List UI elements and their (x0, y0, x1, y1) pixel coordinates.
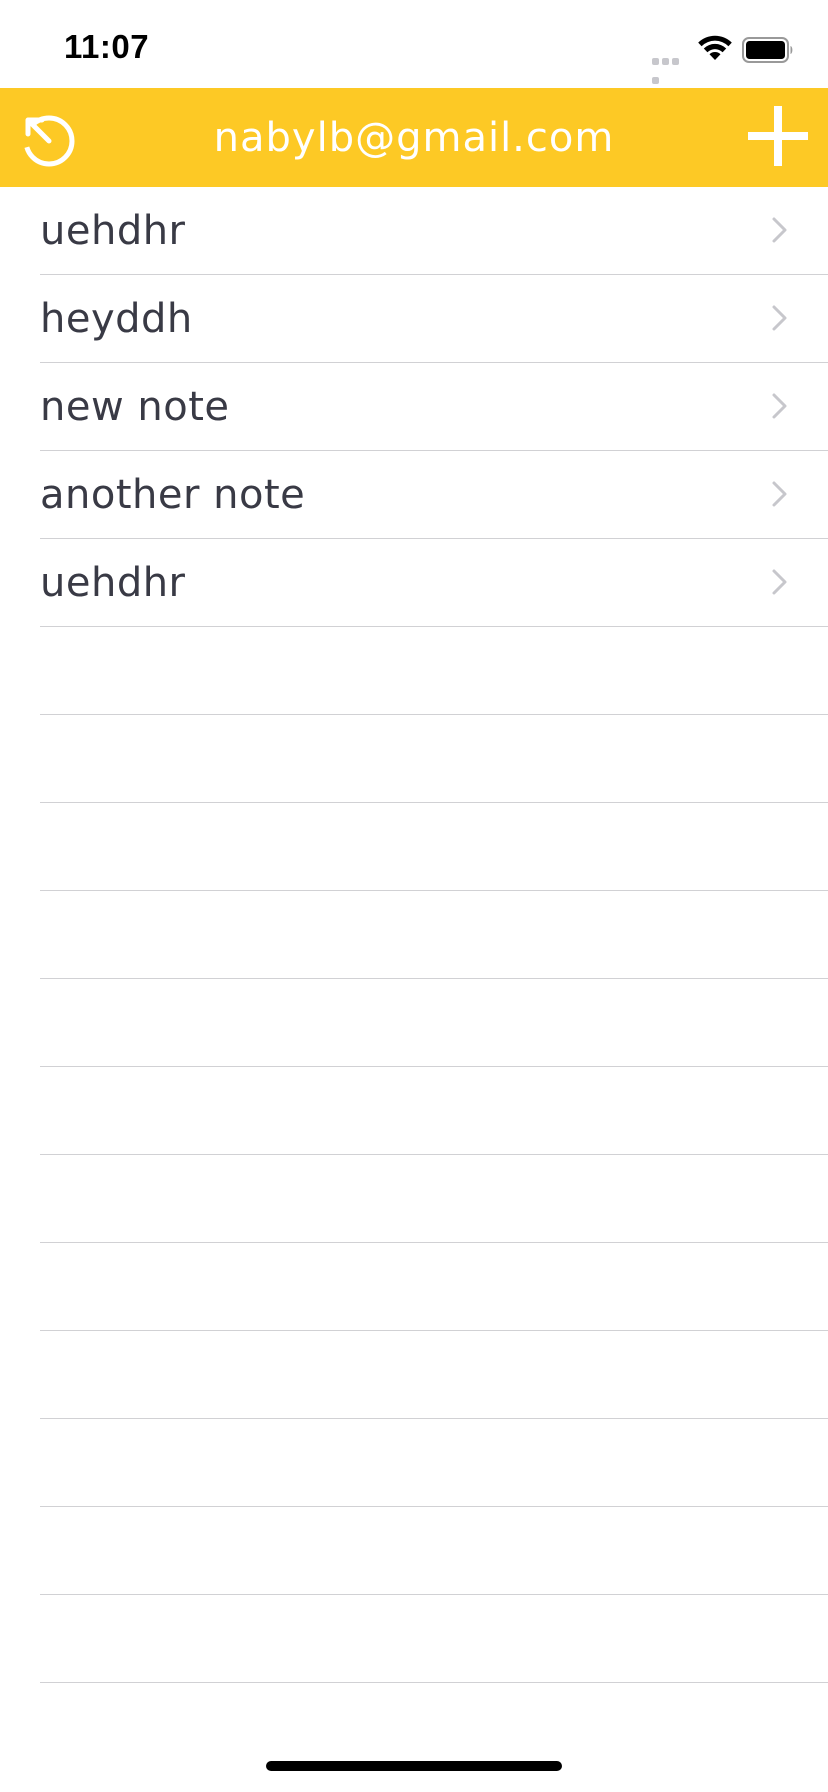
battery-icon (742, 37, 793, 63)
list-item[interactable]: uehdhr (0, 187, 828, 275)
empty-row (0, 1331, 828, 1419)
empty-row (0, 627, 828, 715)
empty-row (0, 1595, 828, 1683)
empty-row (0, 715, 828, 803)
wifi-icon (698, 35, 732, 60)
empty-row (0, 1419, 828, 1507)
list-item[interactable]: new note (0, 363, 828, 451)
empty-row (0, 1155, 828, 1243)
list-item[interactable]: heyddh (0, 275, 828, 363)
empty-row (0, 1507, 828, 1595)
status-bar: 11:07 (0, 0, 828, 88)
signal-icon (652, 50, 690, 84)
empty-row (0, 1243, 828, 1331)
empty-row (0, 1067, 828, 1155)
list-item[interactable]: another note (0, 451, 828, 539)
empty-row (0, 979, 828, 1067)
chevron-right-icon (772, 217, 787, 243)
row-separator (40, 1682, 828, 1683)
note-title: heyddh (40, 296, 193, 342)
note-title: another note (40, 472, 306, 518)
home-indicator[interactable] (266, 1761, 562, 1771)
nav-bar: nabylb@gmail.com (0, 88, 828, 187)
chevron-right-icon (772, 393, 787, 419)
nav-title: nabylb@gmail.com (213, 115, 615, 161)
chevron-right-icon (772, 569, 787, 595)
note-title: new note (40, 384, 230, 430)
chevron-right-icon (772, 481, 787, 507)
notes-list: uehdhr heyddh new note another note uehd… (0, 187, 828, 1683)
chevron-right-icon (772, 305, 787, 331)
plus-icon[interactable] (746, 104, 810, 168)
status-time: 11:07 (64, 28, 150, 65)
note-title: uehdhr (40, 560, 186, 606)
list-item[interactable]: uehdhr (0, 539, 828, 627)
note-title: uehdhr (40, 208, 186, 254)
empty-row (0, 803, 828, 891)
empty-row (0, 891, 828, 979)
